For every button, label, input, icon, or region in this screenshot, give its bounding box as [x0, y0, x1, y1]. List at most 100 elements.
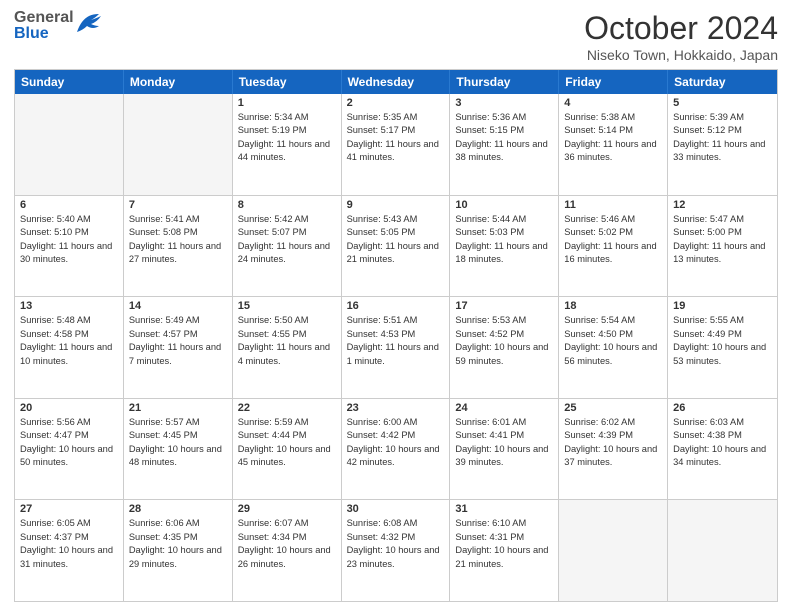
title-block: October 2024 Niseko Town, Hokkaido, Japa…	[584, 10, 778, 63]
day-info: Sunrise: 5:40 AMSunset: 5:10 PMDaylight:…	[20, 213, 118, 267]
day-cell-15: 15 Sunrise: 5:50 AMSunset: 4:55 PMDayligh…	[233, 297, 342, 398]
day-cell-10: 10Sunrise: 5:44 AMSunset: 5:03 PMDayligh…	[450, 196, 559, 297]
location-subtitle: Niseko Town, Hokkaido, Japan	[584, 47, 778, 63]
day-number: 8	[238, 199, 336, 211]
day-number: 12	[673, 199, 772, 211]
empty-cell	[559, 500, 668, 601]
day-number: 29	[238, 503, 336, 515]
day-info: Sunrise: 6:10 AMSunset: 4:31 PMDaylight:…	[455, 517, 553, 571]
day-info: Sunrise: 6:00 AMSunset: 4:42 PMDaylight:…	[347, 416, 445, 470]
day-cell-5: 5Sunrise: 5:39 AMSunset: 5:12 PMDaylight…	[668, 94, 777, 195]
day-cell-20: 20Sunrise: 5:56 AMSunset: 4:47 PMDayligh…	[15, 399, 124, 500]
logo: General Blue	[14, 10, 104, 52]
day-number: 9	[347, 199, 445, 211]
header-day-saturday: Saturday	[668, 70, 777, 94]
day-info: Sunrise: 5:46 AMSunset: 5:02 PMDaylight:…	[564, 213, 662, 267]
day-number: 25	[564, 402, 662, 414]
header-day-wednesday: Wednesday	[342, 70, 451, 94]
calendar-header: SundayMondayTuesdayWednesdayThursdayFrid…	[15, 70, 777, 94]
page: General Blue October 2024 Niseko Town, H…	[0, 0, 792, 612]
day-number: 11	[564, 199, 662, 211]
day-cell-17: 17 Sunrise: 5:53 AMSunset: 4:52 PMDayligh…	[450, 297, 559, 398]
calendar-row-2: 13 Sunrise: 5:48 AMSunset: 4:58 PMDayligh…	[15, 296, 777, 398]
day-cell-18: 18 Sunrise: 5:54 AMSunset: 4:50 PMDayligh…	[559, 297, 668, 398]
day-number: 19	[673, 300, 772, 312]
day-info: Sunrise: 5:48 AMSunset: 4:58 PMDaylight:…	[20, 314, 118, 368]
day-info: Sunrise: 5:49 AMSunset: 4:57 PMDaylight:…	[129, 314, 227, 368]
day-cell-23: 23 Sunrise: 6:00 AMSunset: 4:42 PMDayligh…	[342, 399, 451, 500]
day-info: Sunrise: 6:05 AMSunset: 4:37 PMDaylight:…	[20, 517, 118, 571]
day-number: 23	[347, 402, 445, 414]
header-day-sunday: Sunday	[15, 70, 124, 94]
day-info: Sunrise: 5:41 AMSunset: 5:08 PMDaylight:…	[129, 213, 227, 267]
day-number: 16	[347, 300, 445, 312]
day-cell-12: 12 Sunrise: 5:47 AMSunset: 5:00 PMDayligh…	[668, 196, 777, 297]
day-number: 13	[20, 300, 118, 312]
day-info: Sunrise: 6:01 AMSunset: 4:41 PMDaylight:…	[455, 416, 553, 470]
day-cell-19: 19 Sunrise: 5:55 AMSunset: 4:49 PMDayligh…	[668, 297, 777, 398]
day-cell-16: 16 Sunrise: 5:51 AMSunset: 4:53 PMDayligh…	[342, 297, 451, 398]
day-info: Sunrise: 5:34 AMSunset: 5:19 PMDaylight:…	[238, 111, 336, 165]
day-number: 10	[455, 199, 553, 211]
day-cell-30: 30 Sunrise: 6:08 AMSunset: 4:32 PMDayligh…	[342, 500, 451, 601]
header-day-monday: Monday	[124, 70, 233, 94]
day-info: Sunrise: 6:06 AMSunset: 4:35 PMDaylight:…	[129, 517, 227, 571]
day-cell-29: 29 Sunrise: 6:07 AMSunset: 4:34 PMDayligh…	[233, 500, 342, 601]
calendar-row-1: 6Sunrise: 5:40 AMSunset: 5:10 PMDaylight…	[15, 195, 777, 297]
day-info: Sunrise: 5:35 AMSunset: 5:17 PMDaylight:…	[347, 111, 445, 165]
month-title: October 2024	[584, 10, 778, 47]
day-cell-14: 14 Sunrise: 5:49 AMSunset: 4:57 PMDayligh…	[124, 297, 233, 398]
day-info: Sunrise: 5:50 AMSunset: 4:55 PMDaylight:…	[238, 314, 336, 368]
day-number: 21	[129, 402, 227, 414]
logo-bird-icon	[69, 12, 101, 38]
day-number: 31	[455, 503, 553, 515]
day-info: Sunrise: 5:53 AMSunset: 4:52 PMDaylight:…	[455, 314, 553, 368]
day-number: 20	[20, 402, 118, 414]
calendar: SundayMondayTuesdayWednesdayThursdayFrid…	[14, 69, 778, 602]
logo-general: General	[14, 10, 74, 26]
logo-text: General Blue	[14, 10, 74, 42]
day-info: Sunrise: 5:42 AMSunset: 5:07 PMDaylight:…	[238, 213, 336, 267]
day-info: Sunrise: 6:02 AMSunset: 4:39 PMDaylight:…	[564, 416, 662, 470]
day-number: 24	[455, 402, 553, 414]
day-cell-21: 21 Sunrise: 5:57 AMSunset: 4:45 PMDayligh…	[124, 399, 233, 500]
day-cell-11: 11 Sunrise: 5:46 AMSunset: 5:02 PMDayligh…	[559, 196, 668, 297]
calendar-body: 1 Sunrise: 5:34 AMSunset: 5:19 PMDaylight…	[15, 94, 777, 601]
day-info: Sunrise: 5:36 AMSunset: 5:15 PMDaylight:…	[455, 111, 553, 165]
day-info: Sunrise: 5:54 AMSunset: 4:50 PMDaylight:…	[564, 314, 662, 368]
day-cell-28: 28Sunrise: 6:06 AMSunset: 4:35 PMDayligh…	[124, 500, 233, 601]
day-number: 7	[129, 199, 227, 211]
day-cell-4: 4 Sunrise: 5:38 AMSunset: 5:14 PMDaylight…	[559, 94, 668, 195]
day-cell-9: 9 Sunrise: 5:43 AMSunset: 5:05 PMDaylight…	[342, 196, 451, 297]
day-info: Sunrise: 5:43 AMSunset: 5:05 PMDaylight:…	[347, 213, 445, 267]
day-info: Sunrise: 5:38 AMSunset: 5:14 PMDaylight:…	[564, 111, 662, 165]
day-cell-24: 24 Sunrise: 6:01 AMSunset: 4:41 PMDayligh…	[450, 399, 559, 500]
day-cell-3: 3 Sunrise: 5:36 AMSunset: 5:15 PMDaylight…	[450, 94, 559, 195]
day-cell-27: 27Sunrise: 6:05 AMSunset: 4:37 PMDayligh…	[15, 500, 124, 601]
day-info: Sunrise: 5:55 AMSunset: 4:49 PMDaylight:…	[673, 314, 772, 368]
day-info: Sunrise: 5:47 AMSunset: 5:00 PMDaylight:…	[673, 213, 772, 267]
calendar-row-3: 20Sunrise: 5:56 AMSunset: 4:47 PMDayligh…	[15, 398, 777, 500]
day-number: 4	[564, 97, 662, 109]
calendar-row-4: 27Sunrise: 6:05 AMSunset: 4:37 PMDayligh…	[15, 499, 777, 601]
day-number: 30	[347, 503, 445, 515]
day-info: Sunrise: 6:08 AMSunset: 4:32 PMDaylight:…	[347, 517, 445, 571]
day-info: Sunrise: 5:57 AMSunset: 4:45 PMDaylight:…	[129, 416, 227, 470]
day-number: 18	[564, 300, 662, 312]
empty-cell	[668, 500, 777, 601]
day-cell-2: 2 Sunrise: 5:35 AMSunset: 5:17 PMDaylight…	[342, 94, 451, 195]
day-number: 2	[347, 97, 445, 109]
day-cell-25: 25 Sunrise: 6:02 AMSunset: 4:39 PMDayligh…	[559, 399, 668, 500]
day-info: Sunrise: 5:59 AMSunset: 4:44 PMDaylight:…	[238, 416, 336, 470]
day-number: 15	[238, 300, 336, 312]
day-info: Sunrise: 5:51 AMSunset: 4:53 PMDaylight:…	[347, 314, 445, 368]
day-number: 14	[129, 300, 227, 312]
day-cell-6: 6Sunrise: 5:40 AMSunset: 5:10 PMDaylight…	[15, 196, 124, 297]
logo-blue: Blue	[14, 26, 74, 42]
day-number: 3	[455, 97, 553, 109]
day-number: 17	[455, 300, 553, 312]
day-cell-31: 31 Sunrise: 6:10 AMSunset: 4:31 PMDayligh…	[450, 500, 559, 601]
day-cell-7: 7 Sunrise: 5:41 AMSunset: 5:08 PMDaylight…	[124, 196, 233, 297]
day-number: 1	[238, 97, 336, 109]
day-info: Sunrise: 6:07 AMSunset: 4:34 PMDaylight:…	[238, 517, 336, 571]
